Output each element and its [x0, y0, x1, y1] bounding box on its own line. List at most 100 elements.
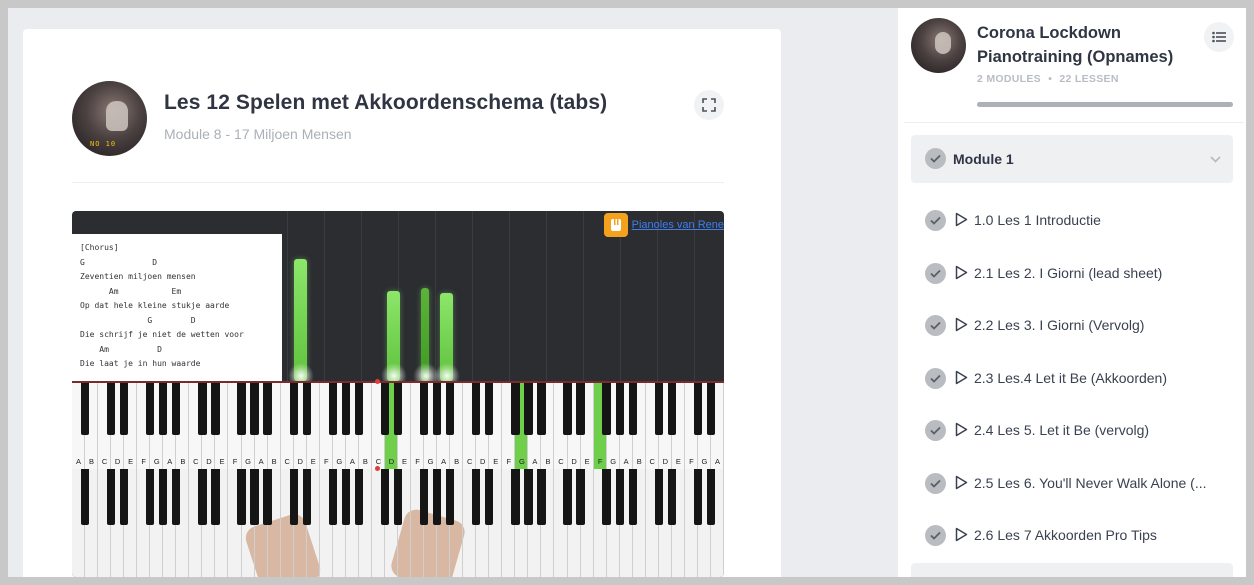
- note-label: F: [506, 457, 512, 466]
- check-icon: [925, 367, 946, 389]
- note-label: E: [219, 457, 225, 466]
- black-key: [432, 469, 442, 525]
- note-label: F: [323, 457, 329, 466]
- lesson-item[interactable]: 2.4 Les 5. Let it Be (vervolg): [911, 411, 1241, 451]
- black-key: [106, 383, 116, 435]
- note-label: G: [701, 457, 708, 466]
- black-key: [445, 469, 455, 525]
- fullscreen-button[interactable]: [694, 90, 724, 120]
- black-key: [106, 469, 116, 525]
- chord-sheet: [Chorus] G D Zeventien miljoen mensen Am E…: [72, 234, 282, 381]
- black-key: [563, 469, 572, 525]
- module-1-header[interactable]: Module 1: [911, 135, 1233, 183]
- check-icon: [925, 472, 946, 494]
- chord-sheet-line: Am Em: [80, 286, 182, 296]
- black-key: [576, 469, 585, 525]
- lesson-subtitle: Module 8 - 17 Miljoen Mensen: [164, 126, 352, 142]
- black-key: [628, 383, 637, 435]
- black-key: [485, 469, 494, 525]
- black-key: [198, 469, 207, 525]
- play-icon: [955, 265, 968, 285]
- course-title: Corona Lockdown Pianotraining (Opnames): [977, 24, 1174, 66]
- chord-sheet-line: G D: [80, 257, 158, 267]
- lesson-label: 2.4 Les 5. Let it Be (vervolg): [974, 422, 1150, 438]
- black-key: [511, 383, 520, 435]
- black-key: [576, 383, 585, 435]
- lesson-item[interactable]: 2.2 Les 3. I Giorni (Vervolg): [911, 306, 1241, 346]
- lesson-label: 2.3 Les.4 Let it Be (Akkoorden): [974, 369, 1167, 386]
- chord-sheet-line: Op dat hele kleine stukje aarde: [80, 301, 230, 310]
- note-label: A: [76, 457, 82, 466]
- black-key: [146, 469, 155, 525]
- note-label: B: [271, 457, 277, 466]
- black-key: [472, 469, 481, 525]
- note-label: E: [493, 457, 499, 466]
- black-key: [302, 383, 311, 435]
- black-key: [393, 383, 403, 435]
- black-key: [667, 383, 676, 435]
- black-key: [654, 383, 663, 435]
- video-player[interactable]: [Chorus] G D Zeventien miljoen mensen Am E…: [72, 211, 724, 577]
- black-key: [602, 383, 611, 435]
- black-key: [211, 383, 220, 435]
- note-label: D: [480, 457, 486, 466]
- black-key: [563, 383, 572, 435]
- note-label: D: [114, 457, 121, 466]
- note-label: A: [349, 457, 355, 466]
- note-label: F: [597, 457, 603, 466]
- note-label: E: [128, 457, 134, 466]
- chord-sheet-line: Die laat je in hun waarde: [80, 359, 201, 368]
- black-key: [354, 383, 364, 435]
- brand-watermark[interactable]: Pianoles van Rene: [603, 213, 724, 237]
- note-label: A: [714, 457, 720, 466]
- lesson-label: 2.6 Les 7 Akkoorden Pro Tips: [974, 527, 1157, 543]
- note-label: E: [584, 457, 590, 466]
- lesson-title: Les 12 Spelen met Akkoordenschema (tabs): [164, 91, 608, 114]
- black-key: [172, 469, 181, 525]
- brand-link[interactable]: Pianoles van Rene: [632, 219, 724, 231]
- black-key: [198, 383, 207, 435]
- lesson-item[interactable]: 2.3 Les.4 Let it Be (Akkoorden): [911, 359, 1241, 399]
- black-key: [119, 383, 129, 435]
- note-label: B: [362, 457, 368, 466]
- black-key: [146, 383, 155, 435]
- course-menu-button[interactable]: [1204, 22, 1234, 52]
- note-label: G: [245, 457, 251, 466]
- black-key: [250, 383, 259, 435]
- black-key: [302, 469, 311, 525]
- black-key: [693, 383, 703, 435]
- black-key: [263, 469, 272, 525]
- note-label: A: [441, 457, 447, 466]
- black-key: [119, 469, 129, 525]
- lesson-label: 2.1 Les 2. I Giorni (lead sheet): [974, 264, 1163, 281]
- note-label: F: [689, 457, 694, 466]
- list-icon: [1212, 31, 1226, 43]
- black-key: [419, 469, 429, 525]
- divider: [72, 182, 724, 183]
- check-icon: [925, 315, 946, 336]
- black-key: [237, 383, 246, 435]
- module-2-header[interactable]: [911, 563, 1233, 577]
- lesson-item[interactable]: 2.5 Les 6. You'll Never Walk Alone (...: [911, 464, 1241, 504]
- black-key: [615, 469, 624, 525]
- course-avatar: [911, 18, 966, 73]
- divider: [904, 122, 1244, 123]
- black-key: [172, 383, 181, 435]
- note-label: D: [206, 457, 212, 466]
- note-label: B: [180, 457, 186, 466]
- chord-sheet-line: G D: [80, 315, 196, 325]
- lesson-item[interactable]: 2.6 Les 7 Akkoorden Pro Tips: [911, 516, 1241, 556]
- note-label: C: [101, 457, 108, 466]
- black-key: [537, 383, 546, 435]
- black-key: [419, 383, 429, 435]
- check-icon: [925, 210, 946, 231]
- lesson-item[interactable]: 2.1 Les 2. I Giorni (lead sheet): [911, 254, 1241, 294]
- black-key: [667, 469, 676, 525]
- app-frame: NO 10 Les 12 Spelen met Akkoordenschema …: [8, 8, 1246, 577]
- note-label: D: [297, 457, 303, 466]
- black-key: [341, 383, 350, 435]
- lesson-item[interactable]: 1.0 Les 1 Introductie: [911, 201, 1241, 241]
- black-key: [159, 469, 168, 525]
- note-label: C: [375, 457, 382, 466]
- black-key: [524, 383, 533, 435]
